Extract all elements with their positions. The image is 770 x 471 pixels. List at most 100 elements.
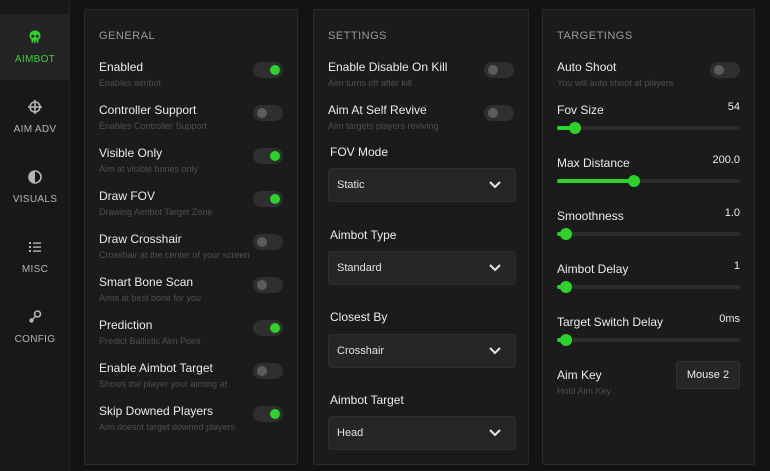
settings-panel: SETTINGS Enable Disable On Kill Aim turn… — [313, 9, 529, 465]
select-value: Head — [337, 427, 364, 439]
panel-title: SETTINGS — [328, 30, 388, 42]
setting-prediction: Prediction Predict Ballistic Aim Point — [99, 318, 283, 346]
chevron-down-icon — [489, 264, 501, 272]
fov-size-slider-row: Fov Size 54 — [557, 101, 740, 134]
toggle-knob — [488, 65, 498, 75]
slider-thumb[interactable] — [560, 228, 573, 240]
crosshair-icon — [28, 100, 42, 114]
auto-shoot-toggle[interactable] — [710, 62, 740, 78]
setting-desc: Aims at best bone for you — [99, 293, 202, 303]
draw-fov-toggle[interactable] — [253, 191, 283, 207]
toggle-knob — [270, 409, 280, 419]
chevron-down-icon — [489, 429, 501, 437]
nav-item-aimbot[interactable]: AIMBOT — [0, 14, 70, 80]
target-switch-delay-slider[interactable] — [557, 334, 740, 346]
aimbot-type-select[interactable]: Standard — [328, 251, 516, 285]
slider-thumb[interactable] — [569, 122, 582, 134]
setting-desc: Drawing Aimbot Target Zone — [99, 207, 213, 217]
controller-support-toggle[interactable] — [253, 105, 283, 121]
slider-thumb[interactable] — [628, 175, 641, 187]
targetings-panel: TARGETINGS Auto Shoot You will auto shoo… — [542, 9, 755, 465]
setting-desc: You will auto shoot at players — [557, 78, 674, 88]
slider-label: Smoothness — [557, 209, 624, 223]
enable-aimbot-target-toggle[interactable] — [253, 363, 283, 379]
target-switch-delay-slider-row: Target Switch Delay 0ms — [557, 313, 740, 346]
setting-enabled: Enabled Enables aimbot — [99, 60, 283, 88]
toggle-knob — [257, 366, 267, 376]
smoothness-slider-row: Smoothness 1.0 — [557, 207, 740, 240]
slider-value: 54 — [727, 101, 740, 113]
setting-visible-only: Visible Only Aim at visible bones only — [99, 146, 283, 174]
toggle-knob — [270, 323, 280, 333]
chevron-down-icon — [489, 181, 501, 189]
skip-downed-players-toggle[interactable] — [253, 406, 283, 422]
nav-item-misc[interactable]: MISC — [0, 224, 70, 290]
setting-smart-bone-scan: Smart Bone Scan Aims at best bone for yo… — [99, 275, 283, 303]
setting-desc: Aim at visible bones only — [99, 164, 199, 174]
nav-label: MISC — [21, 264, 49, 275]
fov-mode-label: FOV Mode — [330, 145, 389, 159]
aimbot-target-select[interactable]: Head — [328, 416, 516, 450]
setting-desc: Aim targets players reviving — [328, 121, 439, 131]
setting-aim-at-self-revive: Aim At Self Revive Aim targets players r… — [328, 103, 514, 131]
toggle-knob — [257, 108, 267, 118]
panel-title: GENERAL — [99, 30, 156, 42]
select-value: Standard — [337, 262, 382, 274]
max-distance-slider-row: Max Distance 200.0 — [557, 154, 740, 187]
enabled-toggle[interactable] — [253, 62, 283, 78]
slider-value: 1 — [733, 260, 740, 272]
select-value: Static — [337, 179, 365, 191]
fov-size-slider[interactable] — [557, 122, 740, 134]
chevron-down-icon — [489, 347, 501, 355]
prediction-toggle[interactable] — [253, 320, 283, 336]
slider-value: 200.0 — [712, 154, 740, 166]
nav-item-aim-adv[interactable]: AIM ADV — [0, 84, 70, 150]
setting-desc: Enables Controller Support — [99, 121, 208, 131]
closest-by-label: Closest By — [330, 310, 388, 324]
sidebar: AIMBOT AIM ADV VISUALS MISC CONFIG — [0, 0, 70, 471]
nav-item-config[interactable]: CONFIG — [0, 294, 70, 360]
smoothness-slider[interactable] — [557, 228, 740, 240]
setting-draw-crosshair: Draw Crosshair Crosshair at the center o… — [99, 232, 283, 260]
disable-on-kill-toggle[interactable] — [484, 62, 514, 78]
smart-bone-scan-toggle[interactable] — [253, 277, 283, 293]
toggle-knob — [270, 65, 280, 75]
slider-thumb[interactable] — [560, 334, 573, 346]
nav-item-visuals[interactable]: VISUALS — [0, 154, 70, 220]
list-icon — [29, 242, 41, 252]
aim-at-self-revive-toggle[interactable] — [484, 105, 514, 121]
slider-thumb[interactable] — [560, 281, 573, 293]
aimbot-target-label: Aimbot Target — [330, 393, 404, 407]
max-distance-slider[interactable] — [557, 175, 740, 187]
setting-desc: Predict Ballistic Aim Point — [99, 336, 201, 346]
toggle-knob — [270, 194, 280, 204]
visible-only-toggle[interactable] — [253, 148, 283, 164]
aimbot-delay-slider[interactable] — [557, 281, 740, 293]
setting-skip-downed-players: Skip Downed Players Aim doesnt target do… — [99, 404, 283, 432]
toggle-knob — [257, 280, 267, 290]
setting-auto-shoot: Auto Shoot You will auto shoot at player… — [557, 60, 740, 88]
aim-key-button[interactable]: Mouse 2 — [676, 361, 740, 389]
nav-label: AIM ADV — [13, 124, 57, 135]
nav-label: VISUALS — [12, 194, 58, 205]
half-circle-icon — [28, 170, 42, 184]
aimbot-type-label: Aimbot Type — [330, 228, 397, 242]
fov-mode-select[interactable]: Static — [328, 168, 516, 202]
draw-crosshair-toggle[interactable] — [253, 234, 283, 250]
closest-by-select[interactable]: Crosshair — [328, 334, 516, 368]
setting-enable-aimbot-target: Enable Aimbot Target Shows the player yo… — [99, 361, 283, 389]
toggle-knob — [270, 151, 280, 161]
slider-value: 1.0 — [724, 207, 740, 219]
setting-aim-key: Aim Key Hold Aim Key Mouse 2 — [557, 361, 740, 396]
setting-desc: Shows the player your aiming at — [99, 379, 228, 389]
panel-title: TARGETINGS — [557, 30, 633, 42]
nav-label: AIMBOT — [14, 54, 56, 65]
setting-desc: Aim turns off after kill — [328, 78, 412, 88]
slider-label: Aimbot Delay — [557, 262, 629, 276]
general-panel: GENERAL Enabled Enables aimbot Controlle… — [84, 9, 298, 465]
setting-enable-disable-on-kill: Enable Disable On Kill Aim turns off aft… — [328, 60, 514, 88]
select-value: Crosshair — [337, 345, 385, 357]
setting-desc: Enables aimbot — [99, 78, 162, 88]
slider-value: 0ms — [719, 313, 740, 325]
setting-draw-fov: Draw FOV Drawing Aimbot Target Zone — [99, 189, 283, 217]
